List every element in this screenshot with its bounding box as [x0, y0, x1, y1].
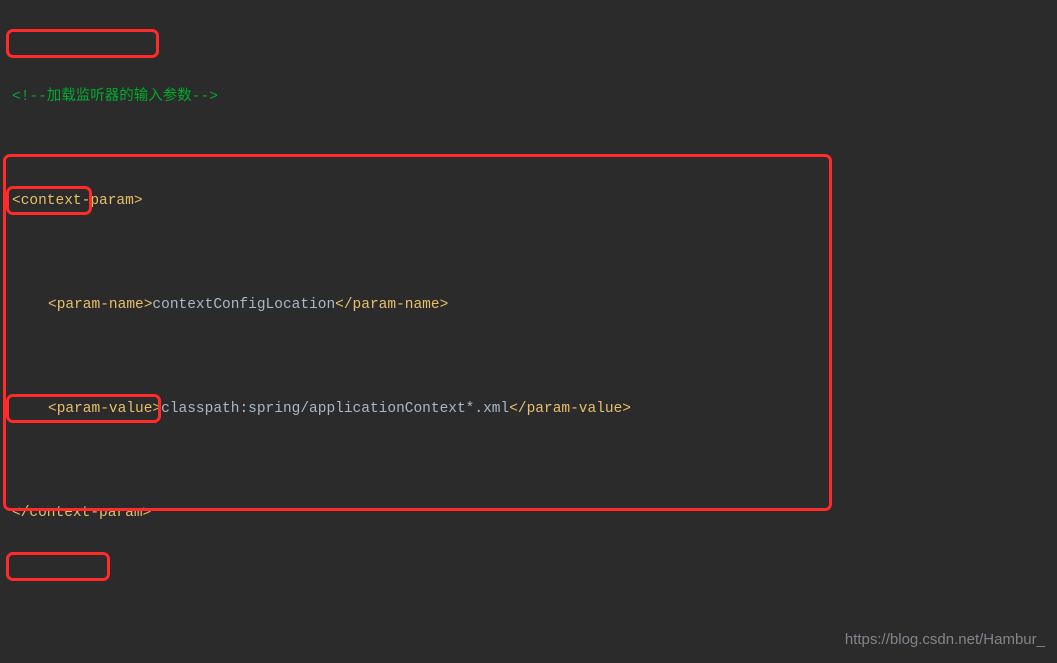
watermark-text: https://blog.csdn.net/Hambur_ [845, 627, 1045, 653]
xml-tag: </context-param> [12, 505, 151, 521]
code-line: <param-name>contextConfigLocation</param… [12, 292, 1057, 318]
xml-text: contextConfigLocation [152, 297, 335, 313]
code-line: <!--加载监听器的输入参数--> [12, 84, 1057, 110]
code-editor[interactable]: <!--加载监听器的输入参数--> <context-param> <param… [0, 0, 1057, 663]
xml-tag: <param-value> [48, 401, 161, 417]
xml-tag: <context-param> [12, 193, 143, 209]
xml-comment: <!--加载监听器的输入参数--> [12, 89, 218, 105]
code-line: <context-param> [12, 188, 1057, 214]
xml-text: classpath:spring/applicationContext*.xml [161, 401, 509, 417]
code-line: <param-value>classpath:spring/applicatio… [12, 396, 1057, 422]
xml-tag: <param-name> [48, 297, 152, 313]
xml-tag: </param-name> [335, 297, 448, 313]
xml-tag: </param-value> [509, 401, 631, 417]
code-line: </context-param> [12, 500, 1057, 526]
